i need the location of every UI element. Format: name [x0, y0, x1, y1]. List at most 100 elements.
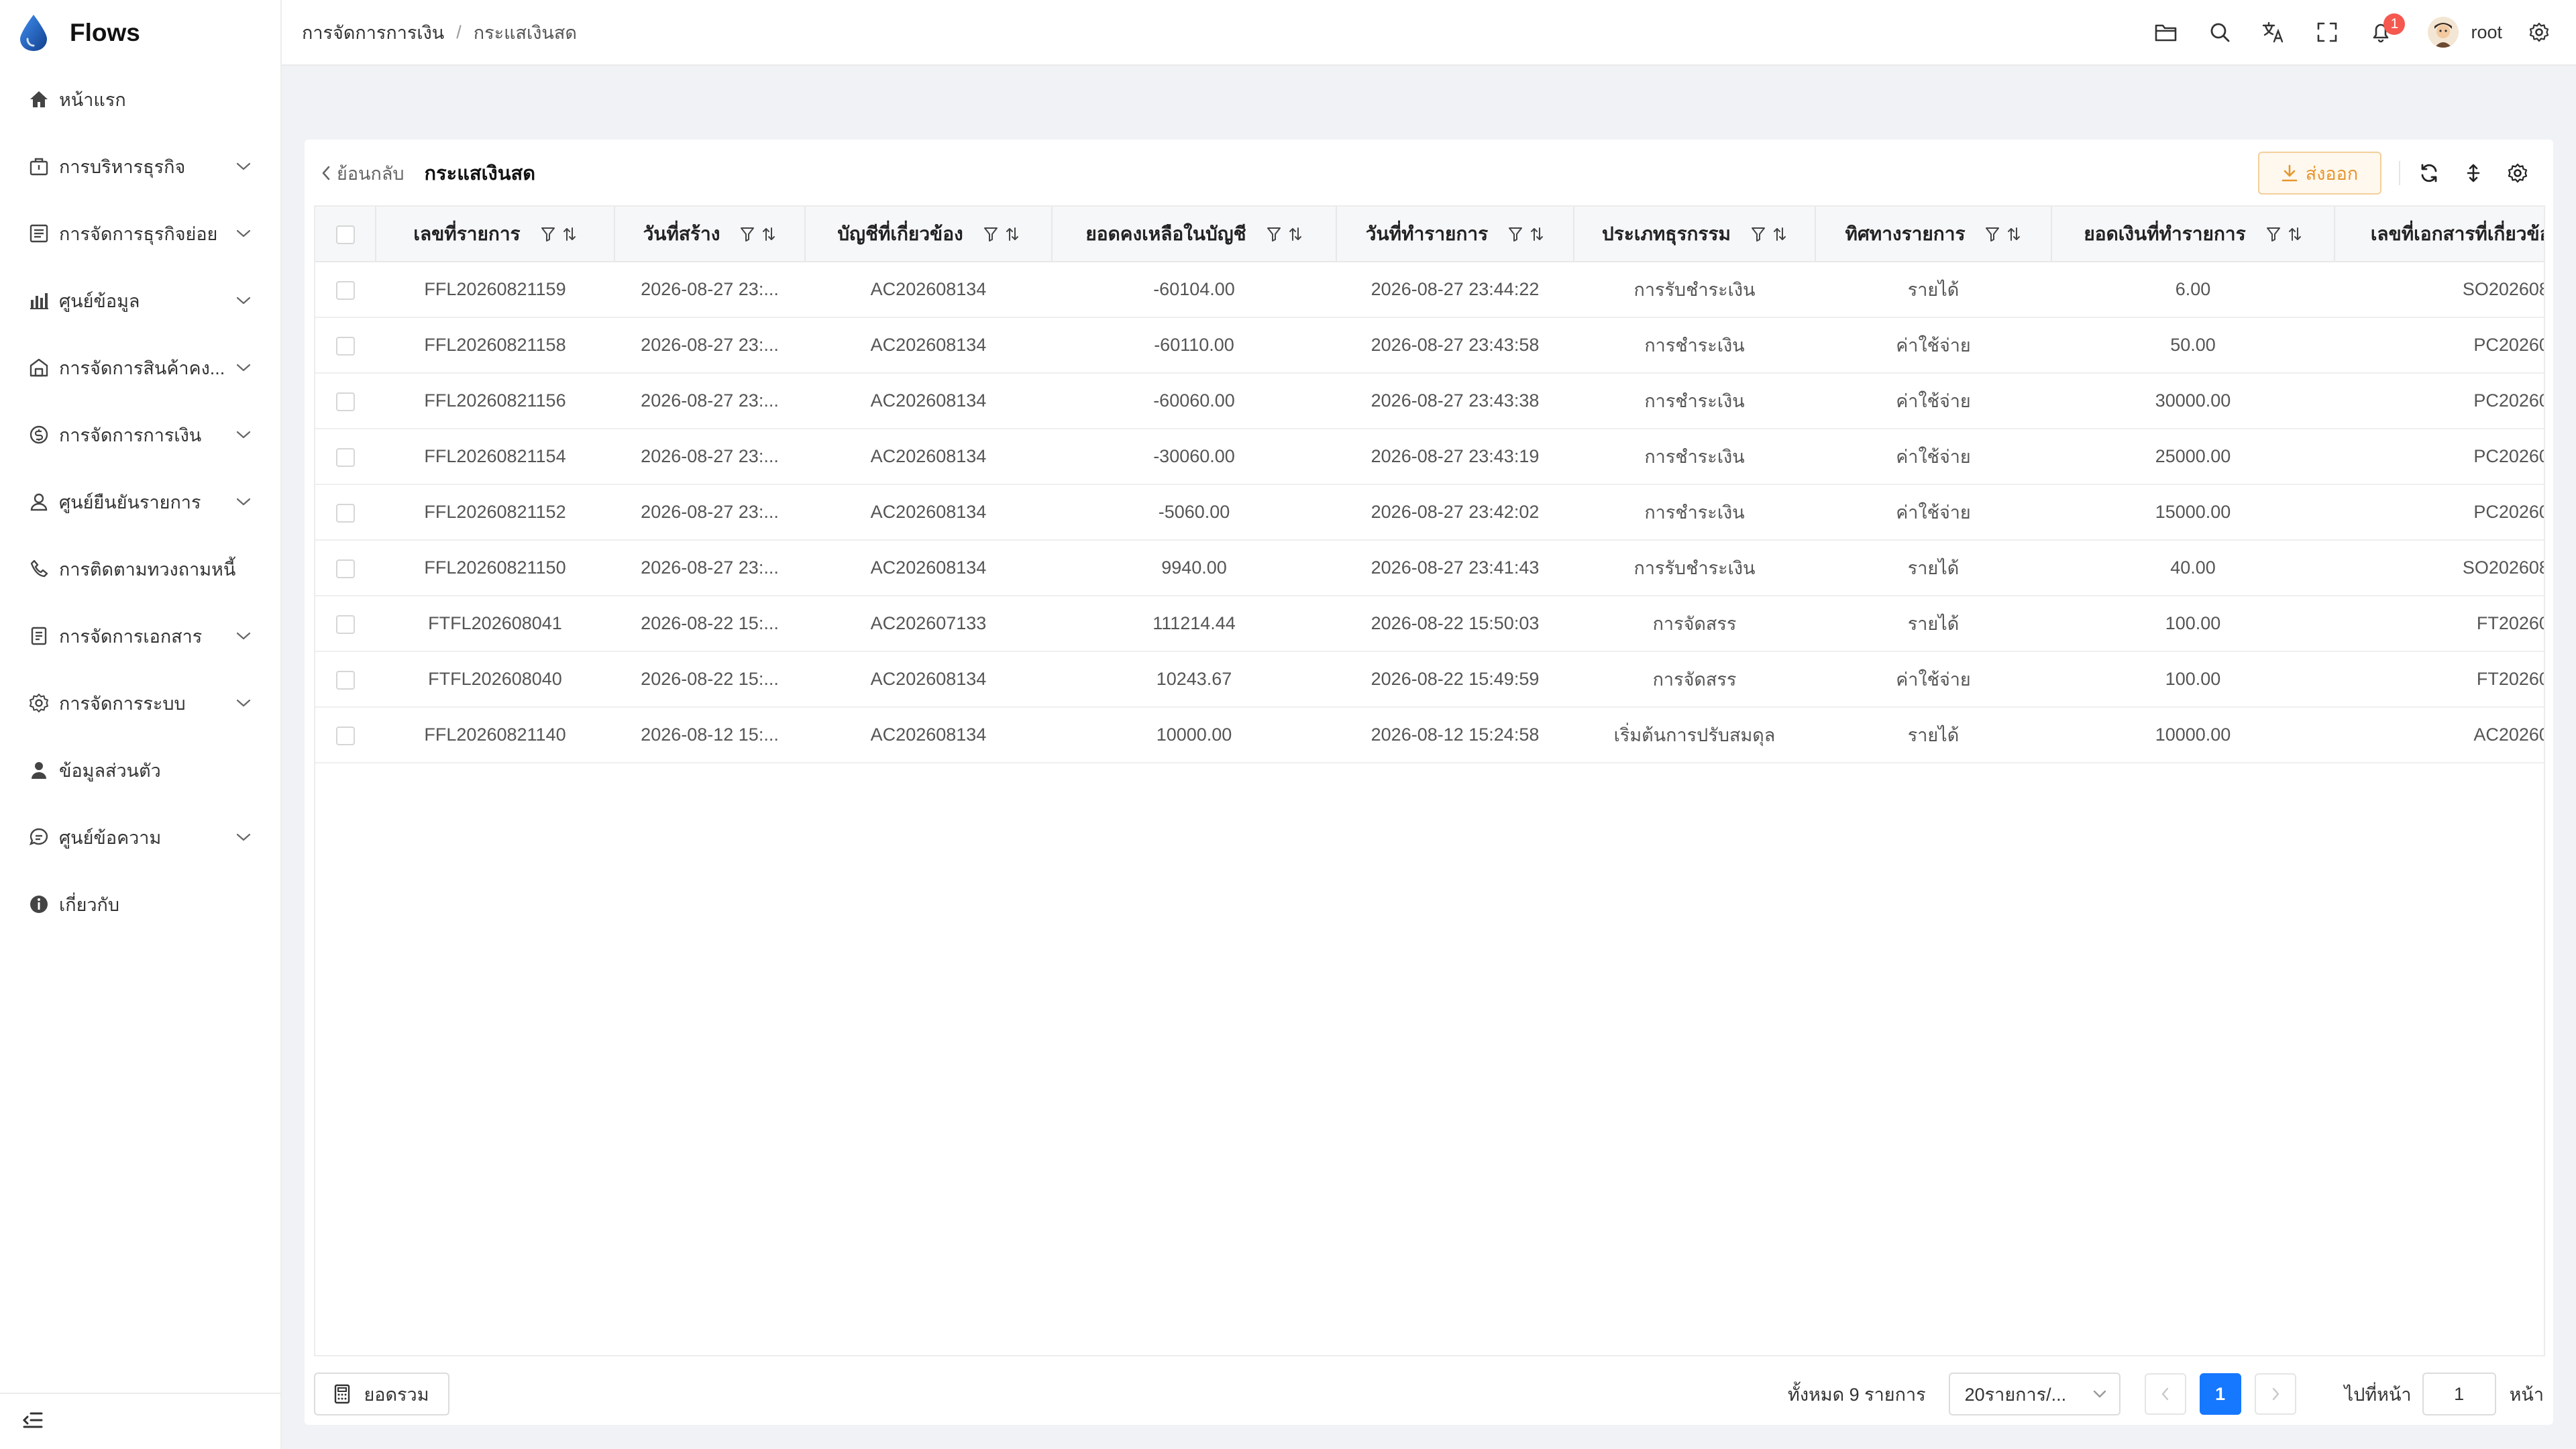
back-label: ย้อนกลับ [337, 163, 405, 184]
breadcrumb-finance[interactable]: การจัดการการเงิน [302, 18, 444, 47]
sidebar-item[interactable]: ศูนย์ข้อมูล [0, 267, 280, 334]
sidebar-item-label: การจัดการสินค้าคง... [59, 358, 225, 378]
next-page-button[interactable] [2254, 1373, 2296, 1415]
filter-icon[interactable] [740, 226, 755, 242]
card-toolbar: ย้อนกลับ กระแสเงินสด ส่งออก [305, 140, 2553, 207]
table-cell: การชำระเงิน [1574, 373, 1815, 429]
sidebar-item[interactable]: ศูนย์ข้อความ [0, 804, 280, 871]
export-button[interactable]: ส่งออก [2258, 152, 2381, 195]
sort-icon[interactable] [1005, 226, 1020, 242]
table-cell: 2026-08-22 15:49:59 [1336, 651, 1574, 708]
table-row[interactable]: FFL20260821140 2026-08-12 15:... AC2026081… [315, 707, 2544, 763]
select-all-checkbox[interactable] [335, 225, 355, 245]
folder-icon[interactable] [2139, 12, 2193, 52]
sort-icon[interactable] [2006, 226, 2021, 242]
settings-gear-icon[interactable] [2522, 12, 2556, 52]
filter-icon[interactable] [2266, 226, 2281, 242]
goto-label: ไปที่หน้า [2344, 1384, 2412, 1405]
column-header: ประเภทธุรกรรม [1574, 207, 1816, 262]
sort-icon[interactable] [1529, 226, 1544, 242]
filter-icon[interactable] [983, 226, 998, 242]
row-checkbox[interactable] [336, 559, 355, 578]
page-size-value: 20รายการ/... [1964, 1384, 2067, 1405]
table-row[interactable]: FFL20260821159 2026-08-27 23:... AC2026081… [315, 262, 2544, 318]
cashflow-table: เลขที่รายการ วันที่สร้าง บัญชีที่เกี่ยวข้อ… [314, 205, 2545, 1356]
row-checkbox[interactable] [336, 670, 355, 690]
sidebar-item[interactable]: การจัดการธุรกิจย่อย [0, 200, 280, 267]
table-cell: FFL20260821156 [376, 373, 614, 429]
back-button[interactable]: ย้อนกลับ [321, 159, 405, 188]
table-row[interactable]: FFL20260821150 2026-08-27 23:... AC2026081… [315, 540, 2544, 596]
sidebar-item[interactable]: การจัดการระบบ [0, 669, 280, 737]
filter-icon[interactable] [1508, 226, 1523, 242]
table-cell: 15000.00 [2051, 484, 2334, 541]
prev-page-button[interactable] [2144, 1373, 2186, 1415]
sort-icon[interactable] [562, 226, 577, 242]
page-title: กระแสเงินสด [424, 163, 536, 184]
column-settings-gear-icon[interactable] [2496, 153, 2540, 193]
refresh-icon[interactable] [2407, 153, 2451, 193]
row-checkbox[interactable] [336, 280, 355, 300]
table-cell: AC202608134 [805, 317, 1052, 374]
sidebar-item-label: การติดตามทวงถามหนี้ [59, 559, 236, 580]
table-cell: การชำระเงิน [1574, 429, 1815, 485]
row-checkbox[interactable] [336, 614, 355, 634]
table-row[interactable]: FFL20260821158 2026-08-27 23:... AC2026081… [315, 317, 2544, 374]
filter-icon[interactable] [1267, 226, 1281, 242]
row-density-icon[interactable] [2451, 153, 2496, 193]
sort-icon[interactable] [1772, 226, 1787, 242]
row-checkbox[interactable] [336, 392, 355, 411]
row-checkbox[interactable] [336, 726, 355, 745]
row-checkbox[interactable] [336, 336, 355, 356]
select-all-cell [315, 207, 376, 262]
translate-icon[interactable] [2247, 12, 2300, 52]
table-row[interactable]: FFL20260821156 2026-08-27 23:... AC2026081… [315, 373, 2544, 429]
row-select-cell [315, 262, 376, 318]
sidebar-item[interactable]: การจัดการการเงิน [0, 401, 280, 468]
column-header: เลขที่รายการ [376, 207, 615, 262]
page-1-button[interactable]: 1 [2199, 1373, 2241, 1415]
filter-icon[interactable] [1985, 226, 2000, 242]
sidebar-item[interactable]: ข้อมูลส่วนตัว [0, 737, 280, 804]
sort-icon[interactable] [1288, 226, 1303, 242]
sidebar-item[interactable]: การติดตามทวงถามหนี้ [0, 535, 280, 602]
table-row[interactable]: FTFL202608040 2026-08-22 15:... AC20260813… [315, 651, 2544, 708]
table-cell: FFL20260821159 [376, 262, 614, 318]
sidebar-item[interactable]: เกี่ยวกับ [0, 871, 280, 938]
sidebar-item[interactable]: การจัดการสินค้าคง... [0, 334, 280, 401]
summary-label: ยอดรวม [364, 1384, 429, 1405]
sort-icon[interactable] [2288, 226, 2302, 242]
table-row[interactable]: FFL20260821154 2026-08-27 23:... AC2026081… [315, 429, 2544, 485]
notification-bell-icon[interactable]: 1 [2354, 12, 2408, 52]
sort-icon[interactable] [761, 226, 776, 242]
sidebar-item[interactable]: การบริหารธุรกิจ [0, 133, 280, 200]
chevron-down-icon [2092, 1389, 2107, 1399]
table-cell: FTFL202608040 [376, 651, 614, 708]
toolbar-divider [2399, 161, 2400, 185]
table-row[interactable]: FTFL202608041 2026-08-22 15:... AC20260713… [315, 596, 2544, 652]
filter-icon[interactable] [541, 226, 555, 242]
fullscreen-icon[interactable] [2300, 12, 2354, 52]
column-header: บัญชีที่เกี่ยวข้อง [805, 207, 1053, 262]
filter-icon[interactable] [1751, 226, 1766, 242]
table-cell: 10243.67 [1052, 651, 1336, 708]
table-row[interactable]: FFL20260821152 2026-08-27 23:... AC2026081… [315, 484, 2544, 541]
table-cell: 111214.44 [1052, 596, 1336, 652]
collapse-sidebar-button[interactable] [0, 1393, 282, 1449]
row-checkbox[interactable] [336, 503, 355, 523]
summary-button[interactable]: ยอดรวม [314, 1373, 449, 1415]
sidebar-item[interactable]: หน้าแรก [0, 66, 280, 133]
table-cell: AC202608134 [805, 429, 1052, 485]
row-checkbox[interactable] [336, 447, 355, 467]
logo[interactable]: Flows [0, 0, 280, 66]
sidebar-item[interactable]: ศูนย์ยืนยันรายการ [0, 468, 280, 535]
user-menu[interactable]: root [2428, 17, 2502, 48]
table-cell: 2026-08-27 23:42:02 [1336, 484, 1574, 541]
sidebar-item[interactable]: การจัดการเอกสาร [0, 602, 280, 669]
table-cell: -5060.00 [1052, 484, 1336, 541]
search-icon[interactable] [2193, 12, 2247, 52]
table-cell: การชำระเงิน [1574, 317, 1815, 374]
table-cell: 2026-08-27 23:... [614, 484, 805, 541]
goto-page-input[interactable]: 1 [2422, 1373, 2496, 1415]
page-size-select[interactable]: 20รายการ/... [1948, 1373, 2121, 1415]
